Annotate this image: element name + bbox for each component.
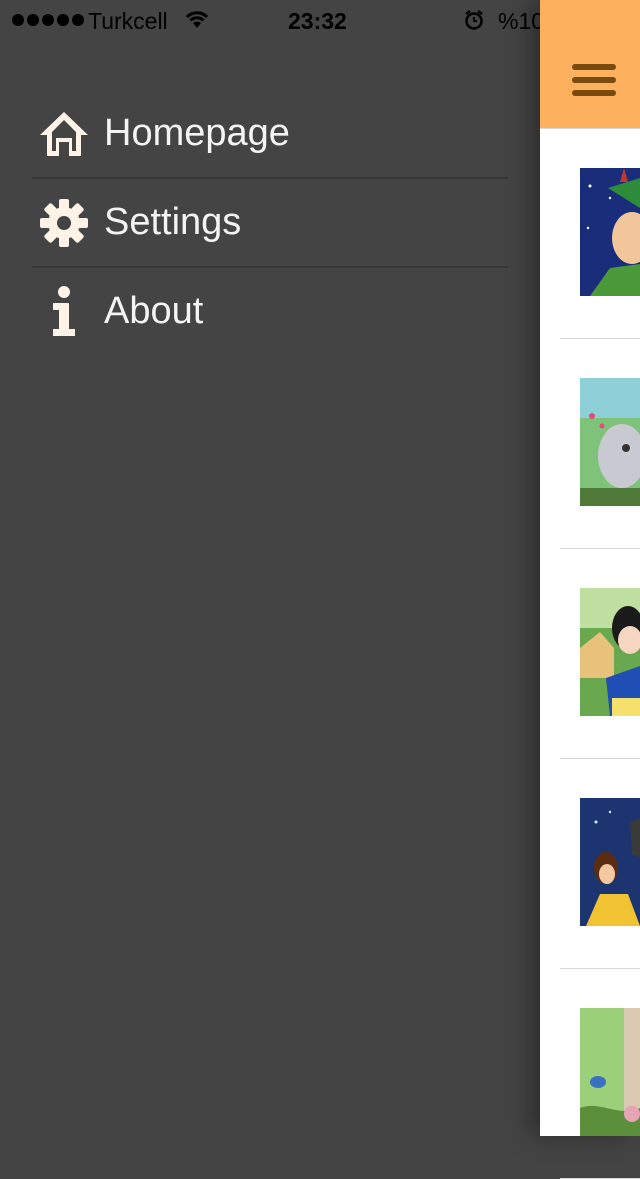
- carrier-name: Turkcell: [88, 8, 168, 34]
- cartoon-thumbnail-4: [580, 798, 640, 926]
- side-menu: Homepage Settings About: [32, 90, 508, 355]
- menu-item-label: Settings: [104, 201, 242, 243]
- menu-item-label: About: [104, 290, 204, 332]
- info-icon: [32, 284, 96, 340]
- top-navigation-bar: [540, 0, 640, 129]
- list-item[interactable]: [560, 128, 640, 339]
- content-panel[interactable]: [540, 0, 640, 1179]
- menu-item-homepage[interactable]: Homepage: [32, 90, 508, 179]
- menu-item-about[interactable]: About: [32, 268, 508, 355]
- home-icon: [32, 106, 96, 162]
- menu-item-label: Homepage: [104, 112, 290, 154]
- signal-strength-icon: [12, 14, 84, 26]
- list-item[interactable]: [560, 758, 640, 969]
- list-item[interactable]: [560, 968, 640, 1179]
- menu-item-settings[interactable]: Settings: [32, 179, 508, 268]
- list-item[interactable]: [560, 338, 640, 549]
- wifi-icon: [185, 11, 209, 28]
- alarm-icon: [465, 10, 483, 30]
- list-item[interactable]: [560, 548, 640, 759]
- gear-icon: [32, 195, 96, 251]
- cartoon-thumbnail-3: [580, 588, 640, 716]
- status-time: 23:32: [288, 8, 347, 34]
- cartoon-thumbnail-1: [580, 168, 640, 296]
- cartoon-thumbnail-5: [580, 1008, 640, 1136]
- cartoon-thumbnail-2: [580, 378, 640, 506]
- hamburger-menu-icon[interactable]: [572, 64, 616, 98]
